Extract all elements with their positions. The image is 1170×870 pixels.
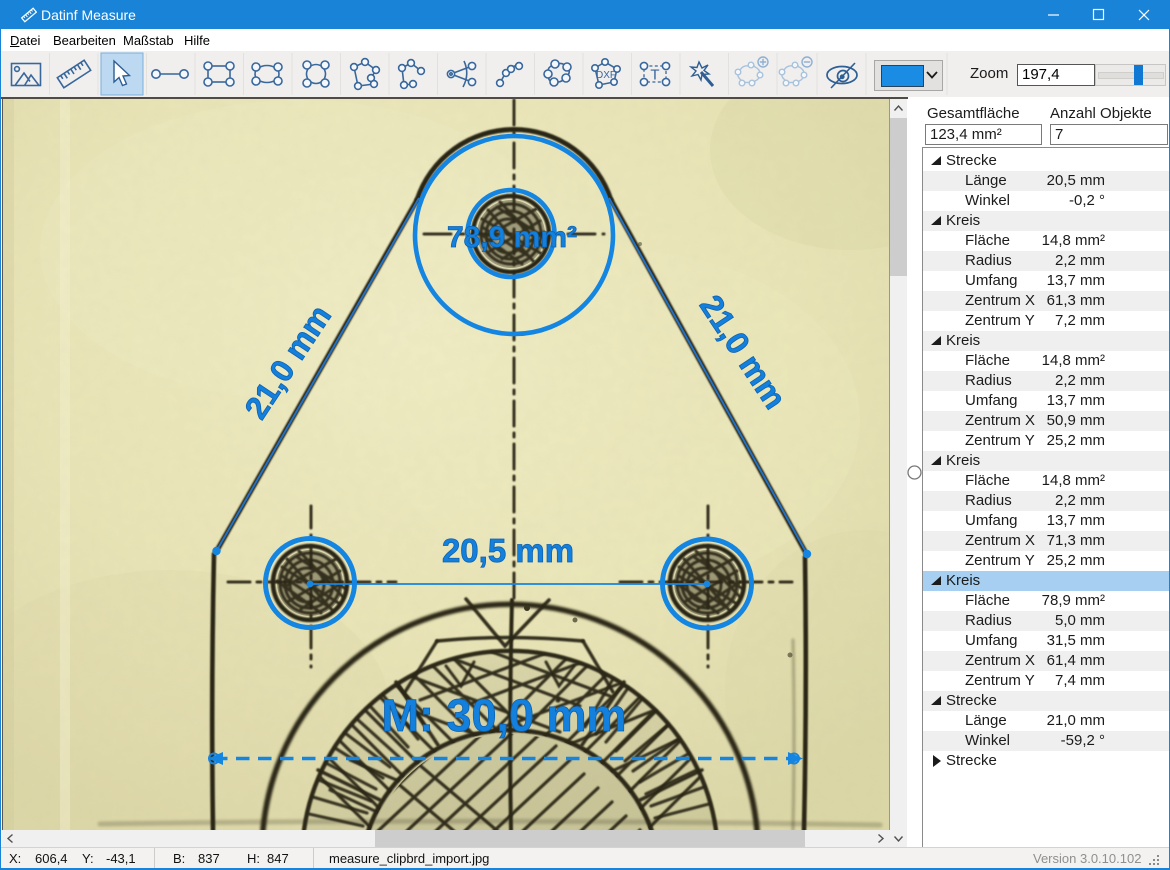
svg-text:DXF: DXF (596, 70, 616, 81)
svg-text:78,9 mm²: 78,9 mm² (447, 221, 577, 254)
svg-text:20,5 mm: 20,5 mm (442, 532, 574, 569)
svg-text:M: 30,0 mm: M: 30,0 mm (381, 690, 626, 741)
svg-text:T: T (650, 67, 659, 84)
